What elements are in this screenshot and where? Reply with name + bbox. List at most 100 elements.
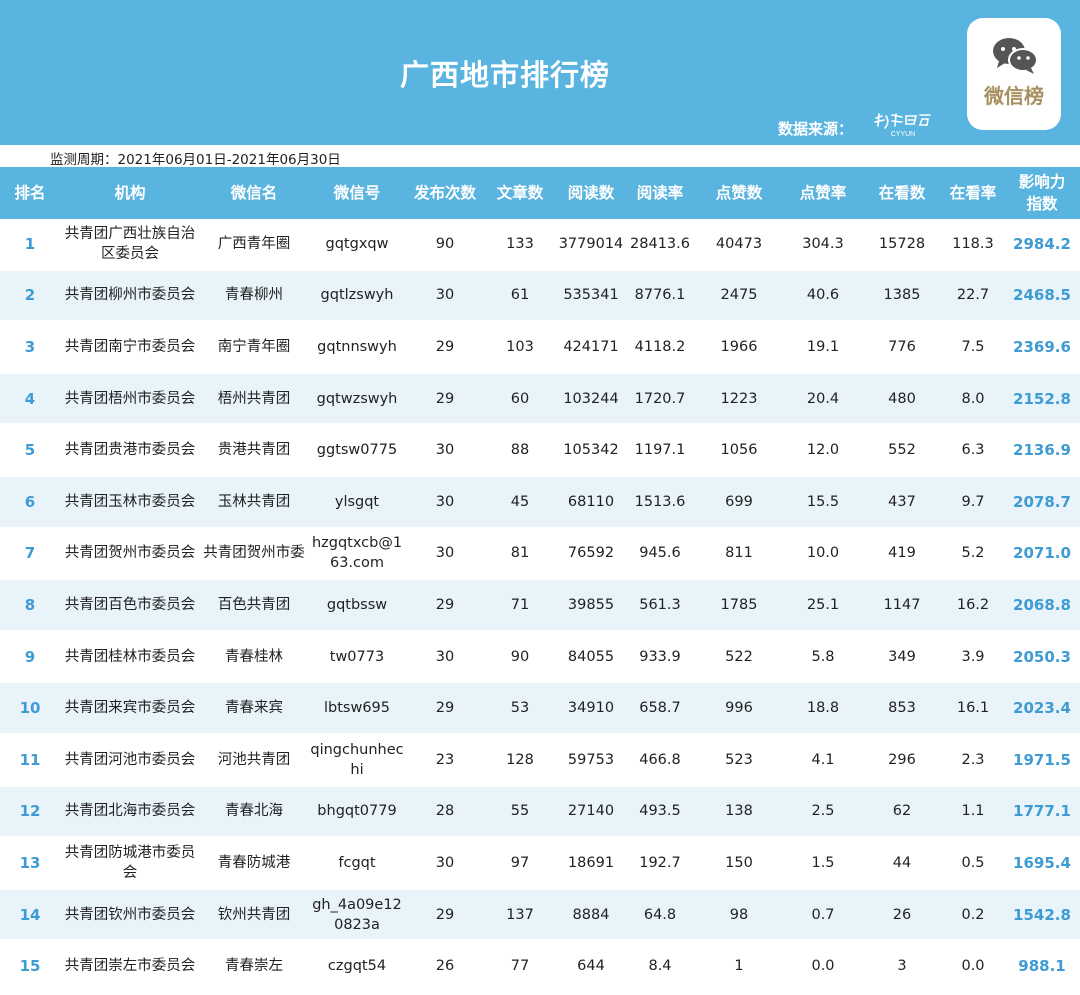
monitor-period: 监测周期：2021年06月01日-2021年06月30日 — [50, 152, 341, 168]
cell-org: 共青团桂林市委员会 — [64, 648, 196, 665]
cell-lkrate: 0.5 — [961, 854, 985, 871]
cell-name: 玉林共青团 — [217, 493, 291, 510]
cell-pub: 30 — [435, 493, 455, 510]
cell-look: 3 — [897, 958, 907, 975]
cell-pub: 29 — [435, 596, 455, 613]
cell-like: 1 — [734, 958, 744, 975]
cell-rrate: 4118.2 — [634, 338, 686, 355]
cell-like: 1966 — [720, 338, 758, 355]
cell-lkrate: 8.0 — [961, 390, 985, 407]
col-header-read: 阅读数 — [567, 184, 615, 202]
cell-lkrate: 0.0 — [961, 958, 985, 975]
cell-art: 90 — [510, 648, 530, 665]
cell-rrate: 561.3 — [639, 596, 681, 613]
cell-rank: 13 — [19, 853, 41, 872]
col-header-score: 影响力指数 — [1018, 173, 1066, 213]
cell-pub: 30 — [435, 545, 455, 562]
cell-score: 2136.9 — [1013, 441, 1071, 460]
col-header-name: 微信名 — [230, 184, 278, 202]
cell-lkrate: 16.1 — [956, 700, 990, 717]
cell-lrate: 1.5 — [811, 854, 835, 871]
cell-pub: 30 — [435, 287, 455, 304]
cell-like: 523 — [725, 751, 753, 768]
cell-rrate: 945.6 — [639, 545, 681, 562]
table-row: 2 共青团柳州市委员会 青春柳州 gqtlzswyh 30 61 535341 8776.1 2… — [0, 270, 1080, 323]
cell-org: 共青团柳州市委员会 — [64, 287, 196, 304]
col-header-rank: 排名 — [14, 184, 46, 202]
cell-read: 68110 — [567, 493, 615, 510]
table-body: 1 共青团广西壮族自治区委员会 广西青年圈 gqtgxqw 90 133 3779014 28… — [0, 219, 1080, 993]
cell-art: 81 — [510, 545, 530, 562]
table-row: 3 共青团南宁市委员会 南宁青年圈 gqtnnswyh 29 103 424171 4118.… — [0, 322, 1080, 374]
cell-lrate: 19.1 — [806, 338, 840, 355]
cell-id: tw0773 — [329, 648, 385, 665]
cell-lkrate: 9.7 — [961, 493, 985, 510]
cell-rank: 3 — [24, 337, 36, 356]
cell-look: 853 — [888, 700, 916, 717]
col-header-read-rate: 阅读率 — [636, 184, 684, 202]
cell-org: 共青团梧州市委员会 — [64, 390, 196, 407]
cell-lkrate: 3.9 — [961, 648, 985, 665]
cell-name: 河池共青团 — [217, 751, 291, 768]
cell-like: 150 — [725, 854, 753, 871]
cell-lkrate: 0.2 — [961, 906, 985, 923]
cell-score: 1777.1 — [1013, 802, 1071, 821]
cell-org: 共青团钦州市委员会 — [64, 906, 196, 923]
cell-name: 共青团贺州市委 — [203, 545, 305, 562]
cell-read: 76592 — [567, 545, 615, 562]
wechat-icon — [993, 38, 1038, 74]
table-row: 5 共青团贵港市委员会 贵港共青团 ggtsw0775 30 88 105342 1197.1… — [0, 425, 1080, 477]
cell-rank: 11 — [19, 750, 41, 769]
table-header: 排名 机构 微信名 微信号 发布次数 文章数 阅读数 阅读率 点赞数 点赞率 在… — [0, 167, 1080, 219]
cell-read: 535341 — [563, 287, 619, 304]
cell-rank: 2 — [24, 286, 36, 305]
cell-org: 共青团河池市委员会 — [64, 751, 196, 768]
cell-id: gqtbssw — [326, 596, 388, 613]
cell-art: 137 — [506, 906, 534, 923]
cell-art: 61 — [510, 287, 530, 304]
cell-like: 699 — [725, 493, 753, 510]
cell-pub: 30 — [435, 648, 455, 665]
cell-rank: 14 — [19, 905, 41, 924]
cell-org: 共青团南宁市委员会 — [64, 338, 196, 355]
cell-id: czgqt54 — [327, 958, 387, 975]
cell-id: gh_4a09e120823a — [312, 896, 402, 933]
cell-read: 59753 — [567, 751, 615, 768]
cell-id: qingchunhechi — [310, 741, 404, 778]
cell-like: 996 — [725, 700, 753, 717]
cell-rank: 10 — [19, 699, 41, 718]
cell-lkrate: 2.3 — [961, 751, 985, 768]
cell-id: lbtsw695 — [323, 700, 390, 717]
cell-lrate: 10.0 — [806, 545, 840, 562]
table-row: 8 共青团百色市委员会 百色共青团 gqtbssw 29 71 39855 561.3 1785… — [0, 580, 1080, 632]
col-header-id: 微信号 — [333, 184, 381, 202]
cell-like: 138 — [725, 803, 753, 820]
table-row: 9 共青团桂林市委员会 青春桂林 tw0773 30 90 84055 933.9 522 5.8… — [0, 631, 1080, 684]
cell-read: 18691 — [567, 854, 615, 871]
cell-pub: 29 — [435, 338, 455, 355]
cell-rrate: 8.4 — [648, 958, 672, 975]
cell-look: 776 — [888, 338, 916, 355]
cell-pub: 29 — [435, 390, 455, 407]
cell-look: 26 — [892, 906, 912, 923]
col-header-like-rate: 点赞率 — [799, 184, 847, 202]
cell-art: 128 — [506, 751, 534, 768]
page-title: 广西地市排行榜 — [399, 58, 610, 92]
cell-pub: 26 — [435, 958, 455, 975]
table-row: 1 共青团广西壮族自治区委员会 广西青年圈 gqtgxqw 90 133 3779014 28… — [0, 219, 1080, 271]
table-row: 15 共青团崇左市委员会 青春崇左 czgqt54 26 77 644 8.4 1 0.0 3 0.0… — [0, 941, 1080, 993]
table-row: 14 共青团钦州市委员会 钦州共青团 gh_4a09e120823a 29 137 8884… — [0, 889, 1080, 942]
cell-org: 共青团来宾市委员会 — [64, 700, 196, 717]
cell-rrate: 64.8 — [643, 906, 677, 923]
cell-rank: 9 — [24, 647, 36, 666]
cell-like: 40473 — [715, 235, 763, 252]
cell-lkrate: 118.3 — [952, 235, 994, 252]
cell-like: 98 — [729, 906, 749, 923]
cell-lrate: 4.1 — [811, 751, 835, 768]
col-header-org: 机构 — [114, 184, 146, 202]
cell-name: 广西青年圈 — [217, 235, 291, 252]
cell-read: 34910 — [567, 700, 615, 717]
cell-art: 53 — [510, 700, 530, 717]
cell-read: 39855 — [567, 596, 615, 613]
cell-rank: 1 — [24, 234, 36, 253]
